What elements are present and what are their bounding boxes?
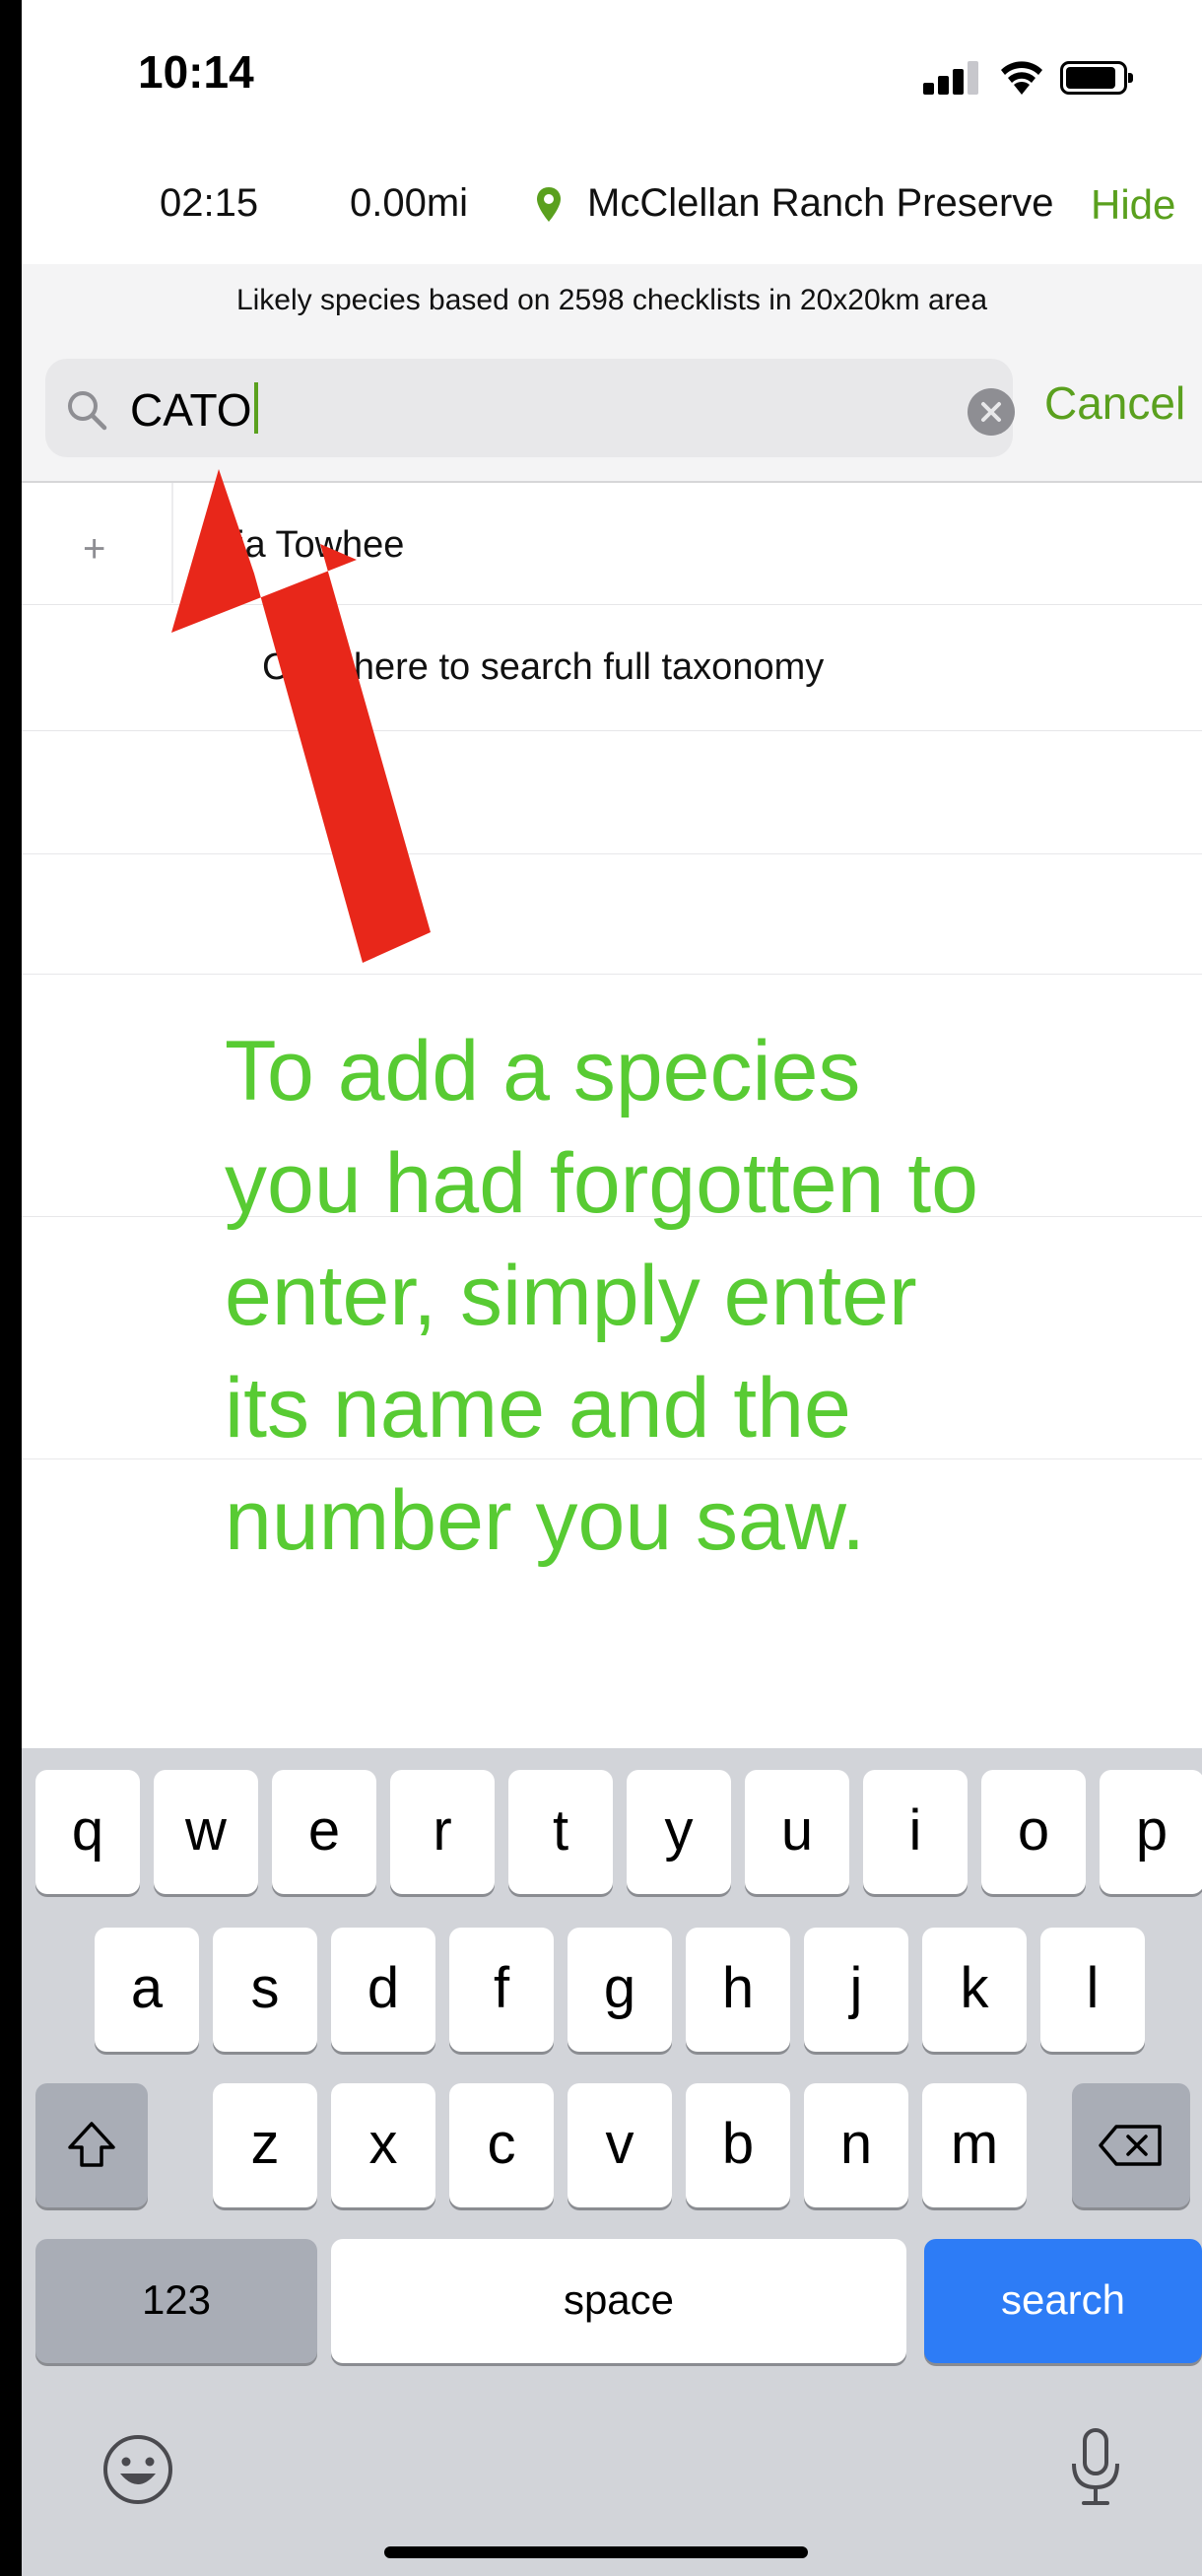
key-j[interactable]: j: [804, 1928, 908, 2052]
app-screen: 10:14 02:15 0.00mi McClellan Ranch Prese…: [22, 0, 1202, 2576]
space-key[interactable]: space: [331, 2239, 906, 2363]
key-q[interactable]: q: [35, 1770, 140, 1894]
shift-icon: [68, 2122, 115, 2167]
annotation-line: To add a species: [225, 1024, 861, 1119]
key-x[interactable]: x: [331, 2083, 435, 2207]
key-c[interactable]: c: [449, 2083, 554, 2207]
annotation-line: number you saw.: [225, 1473, 866, 1568]
shift-key[interactable]: [35, 2083, 148, 2207]
instruction-annotation: To add a species you had forgotten to en…: [225, 1015, 1170, 1577]
search-key[interactable]: search: [924, 2239, 1202, 2363]
key-n[interactable]: n: [804, 2083, 908, 2207]
key-d[interactable]: d: [331, 1928, 435, 2052]
delete-key[interactable]: [1072, 2083, 1190, 2207]
key-e[interactable]: e: [272, 1770, 376, 1894]
key-t[interactable]: t: [508, 1770, 613, 1894]
key-h[interactable]: h: [686, 1928, 790, 2052]
key-p[interactable]: p: [1100, 1770, 1202, 1894]
red-arrow-annotation: [171, 469, 431, 963]
key-l[interactable]: l: [1040, 1928, 1145, 2052]
backspace-icon: [1099, 2125, 1162, 2166]
key-i[interactable]: i: [863, 1770, 968, 1894]
numbers-key[interactable]: 123: [35, 2239, 317, 2363]
key-s[interactable]: s: [213, 1928, 317, 2052]
key-b[interactable]: b: [686, 2083, 790, 2207]
key-o[interactable]: o: [981, 1770, 1086, 1894]
annotation-line: its name and the: [225, 1361, 851, 1456]
key-w[interactable]: w: [154, 1770, 258, 1894]
key-m[interactable]: m: [922, 2083, 1027, 2207]
annotation-line: you had forgotten to: [225, 1136, 979, 1231]
home-indicator: [384, 2546, 808, 2558]
key-y[interactable]: y: [627, 1770, 731, 1894]
key-r[interactable]: r: [390, 1770, 495, 1894]
key-a[interactable]: a: [95, 1928, 199, 2052]
key-f[interactable]: f: [449, 1928, 554, 2052]
key-k[interactable]: k: [922, 1928, 1027, 2052]
keyboard: qwertyuiop asdfghjkl zxcvbnm 123 space s…: [22, 1748, 1202, 2576]
microphone-icon[interactable]: [1066, 2424, 1125, 2513]
emoji-icon[interactable]: [99, 2430, 177, 2509]
key-v[interactable]: v: [568, 2083, 672, 2207]
annotation-line: enter, simply enter: [225, 1249, 917, 1343]
key-g[interactable]: g: [568, 1928, 672, 2052]
key-u[interactable]: u: [745, 1770, 849, 1894]
key-z[interactable]: z: [213, 2083, 317, 2207]
